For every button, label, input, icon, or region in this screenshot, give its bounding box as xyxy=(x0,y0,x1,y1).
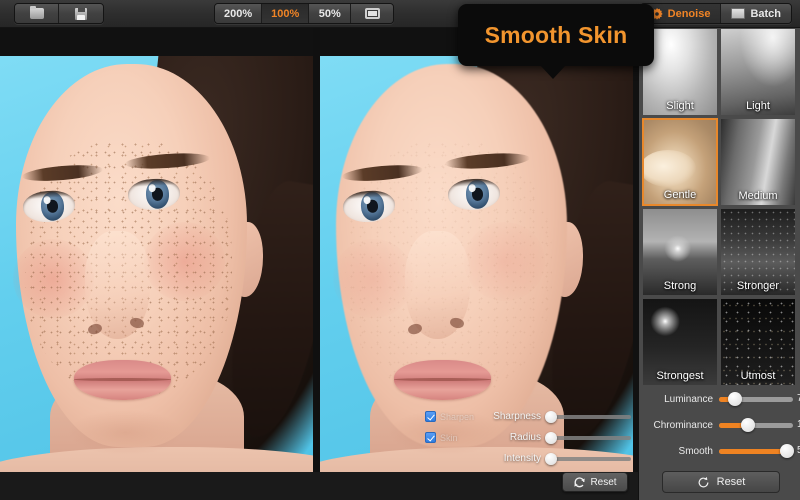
lip-line xyxy=(393,378,491,382)
preset-medium[interactable]: Medium xyxy=(720,118,796,206)
mode-button-group: Denoise Batch xyxy=(639,3,792,24)
preset-grid: Slight Light Gentle Medium Strong Strong… xyxy=(642,28,798,386)
preset-utmost[interactable]: Utmost xyxy=(720,298,796,386)
sharpen-checkbox[interactable] xyxy=(425,411,436,422)
save-button[interactable] xyxy=(59,4,103,23)
batch-mode-button[interactable]: Batch xyxy=(721,4,791,23)
zoom-50-button[interactable]: 50% xyxy=(309,4,352,23)
workspace-bottom-bar xyxy=(0,472,638,500)
lips xyxy=(73,359,171,400)
batch-icon xyxy=(729,6,746,19)
preset-light[interactable]: Light xyxy=(720,28,796,116)
sharpness-slider-label: Sharpness xyxy=(493,411,541,422)
portrait-original xyxy=(0,56,313,472)
overlay-reset-label: Reset xyxy=(590,476,617,488)
intensity-slider[interactable] xyxy=(545,453,631,465)
overlay-row-sharpness: Sharpen Sharpness xyxy=(425,406,631,427)
denoise-app-window: 200% 100% 50% Denoise Batch Sharpen Shar… xyxy=(0,0,800,500)
fit-to-screen-button[interactable] xyxy=(351,4,394,23)
preset-label: Gentle xyxy=(663,189,697,201)
batch-mode-label: Batch xyxy=(750,7,781,20)
overlay-row-intensity: Intensity xyxy=(425,448,631,469)
top-toolbar: 200% 100% 50% Denoise Batch xyxy=(0,0,800,28)
tooltip-text: Smooth Skin xyxy=(484,21,628,48)
floppy-disk-icon xyxy=(75,7,87,20)
luminance-label: Luminance xyxy=(664,393,713,405)
refresh-icon xyxy=(698,476,709,487)
preset-label: Slight xyxy=(666,100,694,112)
right-sidebar: Slight Light Gentle Medium Strong Strong… xyxy=(638,28,800,500)
overlay-reset-button[interactable]: Reset xyxy=(562,472,628,492)
smooth-skin-tooltip: Smooth Skin xyxy=(458,4,654,79)
sidebar-reset-button[interactable]: Reset xyxy=(662,471,780,493)
overlay-row-radius: Skin Radius xyxy=(425,427,631,448)
fit-to-screen-icon xyxy=(364,8,380,19)
radius-slider[interactable] xyxy=(545,432,631,444)
smooth-label: Smooth xyxy=(678,445,713,457)
sidebar-sliders: Luminance 7 Chrominance 1 Smooth 5 xyxy=(639,386,800,464)
denoise-mode-label: Denoise xyxy=(667,7,711,20)
refresh-icon xyxy=(574,476,586,487)
preset-label: Stronger xyxy=(736,280,780,292)
preset-strong[interactable]: Strong xyxy=(642,208,718,296)
skin-checkbox[interactable] xyxy=(425,432,436,443)
chrominance-row: Chrominance 1 xyxy=(639,412,800,438)
pane-divider[interactable] xyxy=(313,28,320,500)
zoom-button-group: 200% 100% 50% xyxy=(214,3,395,24)
chin xyxy=(68,409,182,456)
chrominance-slider[interactable] xyxy=(719,418,793,432)
preset-label: Strongest xyxy=(656,370,704,382)
folder-icon xyxy=(29,6,44,19)
skin-checkbox-label: Skin xyxy=(440,432,458,443)
preset-label: Medium xyxy=(738,190,778,202)
smooth-row: Smooth 5 xyxy=(639,438,800,464)
original-image-pane[interactable] xyxy=(0,56,313,472)
open-button[interactable] xyxy=(15,4,59,23)
lip-line xyxy=(73,378,171,382)
smooth-slider[interactable] xyxy=(719,444,795,458)
lips xyxy=(393,359,491,400)
zoom-200-button[interactable]: 200% xyxy=(215,4,263,23)
chrominance-label: Chrominance xyxy=(653,419,713,431)
sharpness-slider[interactable] xyxy=(545,411,631,423)
zoom-100-button[interactable]: 100% xyxy=(262,4,310,23)
luminance-slider[interactable] xyxy=(719,392,793,406)
sharpen-checkbox-label: Sharpen xyxy=(440,411,475,422)
preset-label: Utmost xyxy=(740,370,776,382)
radius-slider-label: Radius xyxy=(509,432,541,443)
file-button-group xyxy=(14,3,104,24)
luminance-row: Luminance 7 xyxy=(639,386,800,412)
sidebar-reset-label: Reset xyxy=(716,476,746,488)
preset-label: Light xyxy=(746,100,770,112)
image-overlay-controls: Sharpen Sharpness Skin Radius Intensity xyxy=(425,406,631,470)
preset-stronger[interactable]: Stronger xyxy=(720,208,796,296)
preset-label: Strong xyxy=(663,280,697,292)
intensity-slider-label: Intensity xyxy=(503,453,541,464)
preset-strongest[interactable]: Strongest xyxy=(642,298,718,386)
preset-gentle[interactable]: Gentle xyxy=(642,118,718,206)
